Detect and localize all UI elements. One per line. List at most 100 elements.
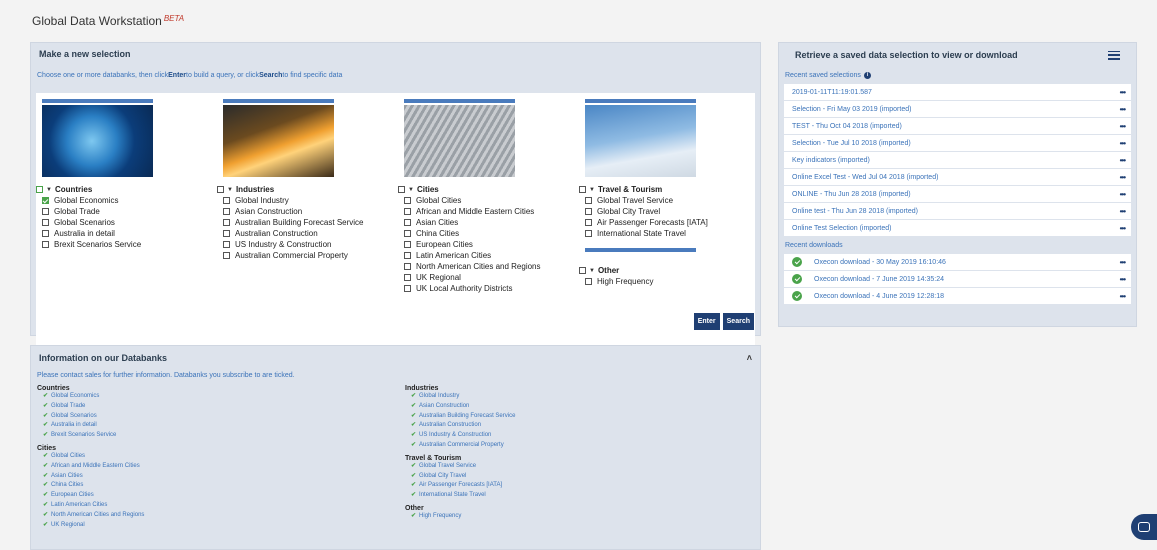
info-databank-item[interactable]: ✔ Asian Construction (411, 402, 515, 412)
info-databank-item[interactable]: ✔ Global Scenarios (43, 412, 144, 422)
databank-item[interactable]: UK Regional (404, 273, 573, 282)
databank-item[interactable]: Global Scenarios (42, 218, 211, 227)
group-checkbox[interactable] (36, 186, 43, 193)
databank-checkbox[interactable] (42, 219, 49, 226)
download-label[interactable]: Oxecon download - 30 May 2019 16:10:46 (814, 259, 946, 266)
info-databank-item[interactable]: ✔ Air Passenger Forecasts [IATA] (411, 481, 515, 491)
info-databank-item[interactable]: ✔ Australian Building Forecast Service (411, 412, 515, 422)
info-databank-item[interactable]: ✔ Latin American Cities (43, 501, 144, 511)
saved-selection-label[interactable]: Online Excel Test - Wed Jul 04 2018 (imp… (792, 174, 938, 181)
more-options-icon[interactable]: ••• (1120, 190, 1126, 199)
saved-selection-row[interactable]: Key indicators (imported) ••• (784, 152, 1131, 169)
databank-checkbox[interactable] (585, 208, 592, 215)
more-options-icon[interactable]: ••• (1120, 258, 1126, 267)
saved-selection-label[interactable]: TEST - Thu Oct 04 2018 (imported) (792, 123, 902, 130)
databank-item[interactable]: Global Industry (223, 196, 392, 205)
databank-checkbox[interactable] (223, 219, 230, 226)
info-databank-item[interactable]: ✔ North American Cities and Regions (43, 511, 144, 521)
databank-item[interactable]: Australia in detail (42, 229, 211, 238)
databank-item[interactable]: European Cities (404, 240, 573, 249)
databank-checkbox[interactable] (223, 241, 230, 248)
caret-down-icon[interactable]: ▼ (46, 187, 52, 193)
databank-checkbox[interactable] (585, 197, 592, 204)
databank-item[interactable]: China Cities (404, 229, 573, 238)
more-options-icon[interactable]: ••• (1120, 173, 1126, 182)
info-databank-item[interactable]: ✔ Brexit Scenarios Service (43, 431, 144, 441)
databank-checkbox[interactable] (223, 230, 230, 237)
saved-selection-label[interactable]: 2019-01-11T11:19:01.587 (792, 89, 872, 96)
more-options-icon[interactable]: ••• (1120, 207, 1126, 216)
databank-item[interactable]: Latin American Cities (404, 251, 573, 260)
databank-item[interactable]: Global Travel Service (585, 196, 754, 205)
caret-down-icon[interactable]: ▼ (589, 187, 595, 193)
databank-item[interactable]: High Frequency (585, 277, 754, 286)
databank-group-header[interactable]: ▼ Travel & Tourism (579, 185, 754, 194)
databank-checkbox[interactable] (585, 219, 592, 226)
databank-checkbox[interactable] (42, 241, 49, 248)
info-databank-item[interactable]: ✔ Global Economics (43, 392, 144, 402)
more-options-icon[interactable]: ••• (1120, 156, 1126, 165)
info-databank-item[interactable]: ✔ Australia in detail (43, 421, 144, 431)
databank-checkbox[interactable] (404, 274, 411, 281)
saved-selection-row[interactable]: Selection - Fri May 03 2019 (imported) ••… (784, 101, 1131, 118)
group-checkbox[interactable] (579, 186, 586, 193)
caret-down-icon[interactable]: ▼ (589, 268, 595, 274)
hamburger-menu-icon[interactable] (1108, 50, 1120, 60)
databank-item[interactable]: Brexit Scenarios Service (42, 240, 211, 249)
saved-selection-label[interactable]: Selection - Tue Jul 10 2018 (imported) (792, 140, 911, 147)
databank-checkbox[interactable] (404, 285, 411, 292)
info-databank-item[interactable]: ✔ Asian Cities (43, 472, 144, 482)
databank-item[interactable]: Australian Building Forecast Service (223, 218, 392, 227)
more-options-icon[interactable]: ••• (1120, 292, 1126, 301)
info-databank-item[interactable]: ✔ China Cities (43, 481, 144, 491)
download-label[interactable]: Oxecon download - 4 June 2019 12:28:18 (814, 293, 944, 300)
info-databank-item[interactable]: ✔ International State Travel (411, 491, 515, 501)
download-row[interactable]: Oxecon download - 7 June 2019 14:35:24 ••… (784, 271, 1131, 288)
databank-item[interactable]: Australian Construction (223, 229, 392, 238)
info-databank-item[interactable]: ✔ UK Regional (43, 521, 144, 531)
info-databank-item[interactable]: ✔ Global Industry (411, 392, 515, 402)
group-checkbox[interactable] (579, 267, 586, 274)
saved-selection-row[interactable]: Selection - Tue Jul 10 2018 (imported) ••… (784, 135, 1131, 152)
group-checkbox[interactable] (398, 186, 405, 193)
info-databank-item[interactable]: ✔ Global Travel Service (411, 462, 515, 472)
info-databank-item[interactable]: ✔ African and Middle Eastern Cities (43, 462, 144, 472)
info-databank-item[interactable]: ✔ High Frequency (411, 512, 515, 522)
databank-checkbox[interactable] (223, 252, 230, 259)
info-databank-item[interactable]: ✔ European Cities (43, 491, 144, 501)
databank-group-header[interactable]: ▼ Cities (398, 185, 573, 194)
saved-selection-row[interactable]: Online Excel Test - Wed Jul 04 2018 (imp… (784, 169, 1131, 186)
databank-checkbox[interactable] (404, 241, 411, 248)
databank-checkbox[interactable] (42, 197, 49, 204)
caret-down-icon[interactable]: ▼ (227, 187, 233, 193)
databank-checkbox[interactable] (42, 230, 49, 237)
databank-item[interactable]: Global City Travel (585, 207, 754, 216)
databank-item[interactable]: Asian Cities (404, 218, 573, 227)
more-options-icon[interactable]: ••• (1120, 122, 1126, 131)
databank-item[interactable]: Global Economics (42, 196, 211, 205)
saved-selection-label[interactable]: ONLINE - Thu Jun 28 2018 (imported) (792, 191, 911, 198)
enter-button[interactable]: Enter (693, 313, 720, 330)
saved-selection-row[interactable]: Online test - Thu Jun 28 2018 (imported)… (784, 203, 1131, 220)
databank-item[interactable]: Asian Construction (223, 207, 392, 216)
databank-checkbox[interactable] (404, 252, 411, 259)
collapse-chevron-icon[interactable]: ˄ (747, 353, 752, 363)
saved-selection-label[interactable]: Selection - Fri May 03 2019 (imported) (792, 106, 911, 113)
info-databank-item[interactable]: ✔ Global Trade (43, 402, 144, 412)
more-options-icon[interactable]: ••• (1120, 139, 1126, 148)
databank-checkbox[interactable] (404, 263, 411, 270)
databank-group-header[interactable]: ▼ Other (579, 266, 754, 275)
info-databank-item[interactable]: ✔ Australian Commercial Property (411, 441, 515, 451)
caret-down-icon[interactable]: ▼ (408, 187, 414, 193)
chat-icon[interactable] (1131, 514, 1157, 540)
databank-checkbox[interactable] (404, 197, 411, 204)
databank-checkbox[interactable] (223, 208, 230, 215)
more-options-icon[interactable]: ••• (1120, 88, 1126, 97)
databank-group-header[interactable]: ▼ Industries (217, 185, 392, 194)
more-options-icon[interactable]: ••• (1120, 224, 1126, 233)
databank-checkbox[interactable] (585, 230, 592, 237)
saved-selection-row[interactable]: ONLINE - Thu Jun 28 2018 (imported) ••• (784, 186, 1131, 203)
info-databank-item[interactable]: ✔ US Industry & Construction (411, 431, 515, 441)
databank-checkbox[interactable] (585, 278, 592, 285)
search-button[interactable]: Search (722, 313, 754, 330)
